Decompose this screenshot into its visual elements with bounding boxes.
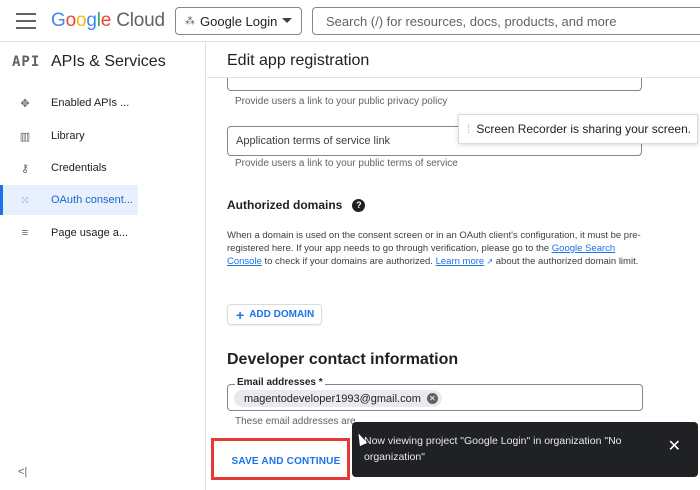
description-text: about the authorized domain limit. [493,256,639,267]
sidebar: API APIs & Services ✥ Enabled APIs ... ▥… [0,42,206,490]
sidebar-item-label: OAuth consent... [51,194,133,206]
add-domain-button[interactable]: + ADD DOMAIN [227,304,322,325]
logo-letter: g [86,10,97,31]
plus-icon: + [236,306,245,323]
key-icon: ⚷ [20,162,30,175]
email-addresses-field[interactable]: Email addresses * magentodeveloper1993@g… [227,377,643,411]
privacy-policy-field[interactable] [227,78,642,91]
project-snackbar: Now viewing project "Google Login" in or… [352,422,698,477]
project-name: Google Login [200,13,278,29]
sidebar-item-enabled-apis[interactable]: ✥ Enabled APIs ... [0,88,138,118]
page-title: Edit app registration [227,52,370,69]
sidebar-item-label: Credentials [51,162,107,174]
email-helper-text: These email addresses are for Google to … [235,416,355,427]
logo-letter: o [75,10,87,31]
library-icon: ▥ [19,130,31,143]
api-logo-icon: API [12,54,41,70]
sidebar-item-credentials[interactable]: ⚷ Credentials [0,153,138,183]
logo-letter: e [100,10,112,31]
sidebar-item-label: Enabled APIs ... [51,97,130,109]
consent-screen-icon: ⁙ [20,194,30,207]
remove-chip-icon[interactable]: ✕ [426,393,438,404]
external-link-icon: ↗ [484,257,494,266]
developer-contact-heading: Developer contact information [227,351,459,368]
settings-list-icon: ≡ [21,227,29,239]
sidebar-item-label: Page usage a... [51,227,129,239]
learn-more-link[interactable]: Learn more [436,256,485,267]
add-domain-label: ADD DOMAIN [249,309,315,320]
sidebar-item-library[interactable]: ▥ Library [0,121,138,151]
privacy-helper-text: Provide users a link to your public priv… [235,96,448,107]
authorized-domains-description: When a domain is used on the consent scr… [227,229,642,268]
email-chip: magentodeveloper1993@gmail.com ✕ [234,390,442,407]
caret-down-icon [282,18,292,23]
description-text: to check if your domains are authorized. [261,256,436,267]
sidebar-item-oauth-consent[interactable]: ⁙ OAuth consent... [0,185,138,215]
logo-letter: G [51,10,66,31]
section-title-text: Authorized domains [227,198,343,212]
authorized-domains-heading: Authorized domains ? [227,198,366,212]
snackbar-message: Now viewing project "Google Login" in or… [364,435,622,463]
diamond-dots-icon: ✥ [20,97,30,110]
search-input[interactable]: Search (/) for resources, docs, products… [312,7,700,35]
project-picker[interactable]: ⁂ Google Login [175,7,302,35]
top-bar: Google Cloud ⁂ Google Login Search (/) f… [0,0,700,42]
help-icon[interactable]: ? [352,198,366,212]
drag-handle-icon[interactable]: ⁞ [467,122,470,136]
close-icon[interactable]: ✕ [668,439,681,455]
terms-helper-text: Provide users a link to your public term… [235,158,458,169]
sidebar-item-label: Library [51,130,85,142]
screen-recorder-text: Screen Recorder is sharing your screen. [476,122,692,136]
collapse-sidebar-icon[interactable]: <| [18,466,27,478]
screen-recorder-notice: ⁞ Screen Recorder is sharing your screen… [458,114,698,144]
logo-product: Cloud [116,10,165,31]
sidebar-item-page-usage[interactable]: ≡ Page usage a... [0,218,138,248]
email-chip-text: magentodeveloper1993@gmail.com [244,392,421,405]
save-and-continue-button[interactable]: SAVE AND CONTINUE [227,449,345,473]
email-field-label: Email addresses * [235,377,325,388]
sidebar-title: APIs & Services [51,53,166,70]
menu-icon[interactable] [16,13,36,29]
logo-letter: o [65,10,77,31]
google-cloud-logo[interactable]: Google Cloud [51,10,165,32]
project-dots-icon: ⁂ [185,15,195,27]
